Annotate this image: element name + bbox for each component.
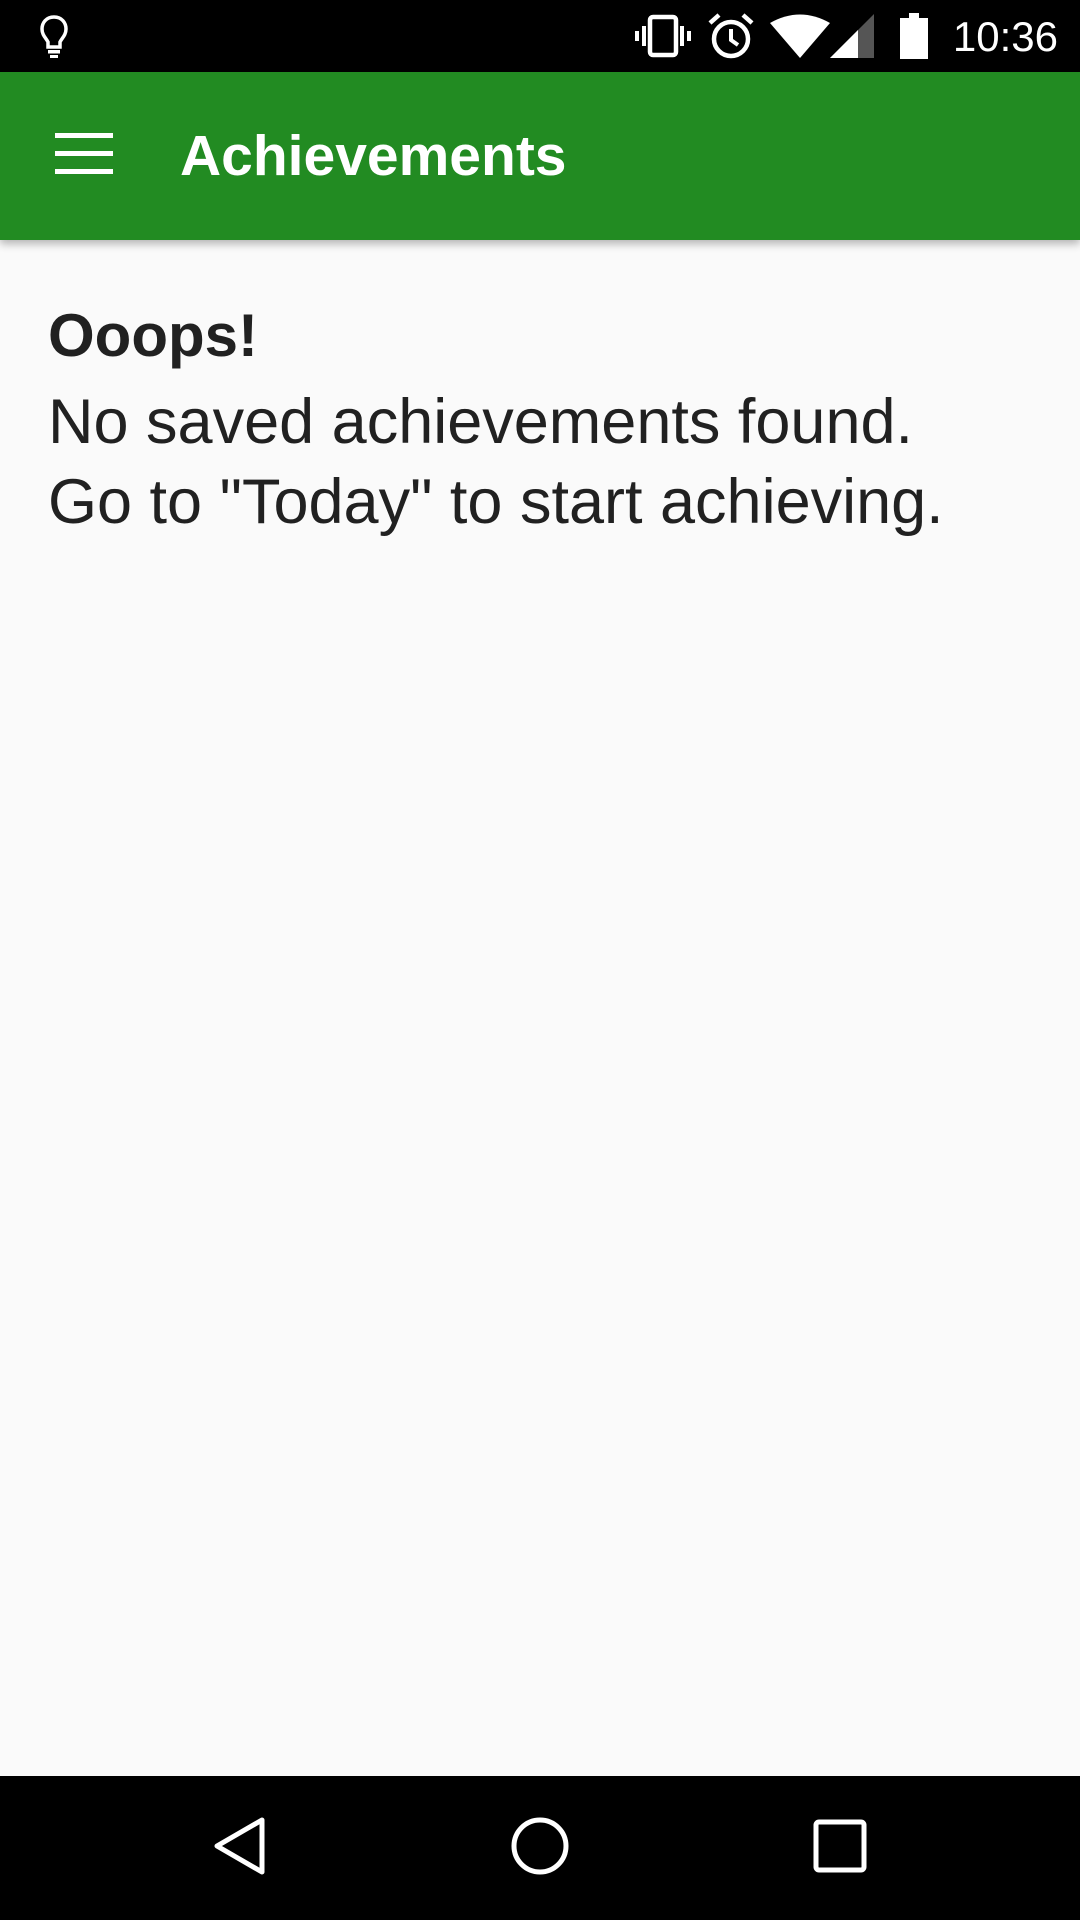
back-button[interactable] bbox=[170, 1798, 310, 1898]
empty-state-message: No saved achievements found. Go to "Toda… bbox=[48, 382, 1038, 542]
page-title: Achievements bbox=[180, 124, 567, 188]
hamburger-menu-icon bbox=[55, 132, 113, 180]
battery-icon bbox=[896, 0, 932, 72]
navigation-bar bbox=[0, 1776, 1080, 1920]
alarm-icon bbox=[706, 0, 756, 72]
empty-state: Ooops! No saved achievements found. Go t… bbox=[48, 296, 1038, 542]
wifi-icon bbox=[770, 0, 830, 72]
empty-state-message-line-1: No saved achievements found. bbox=[48, 387, 914, 457]
vibrate-icon bbox=[634, 0, 692, 72]
status-time: 10:36 bbox=[952, 13, 1058, 60]
status-bar: 10:36 bbox=[0, 0, 1080, 72]
menu-button[interactable] bbox=[28, 102, 140, 210]
app-toolbar: Achievements bbox=[0, 72, 1080, 240]
home-button[interactable] bbox=[470, 1798, 610, 1898]
signal-icon bbox=[830, 0, 876, 72]
lightbulb-icon bbox=[34, 0, 74, 72]
empty-state-message-line-2: Go to "Today" to start achieving. bbox=[48, 467, 944, 537]
recents-icon bbox=[813, 1819, 867, 1878]
back-icon bbox=[212, 1816, 268, 1881]
home-icon bbox=[510, 1816, 570, 1881]
empty-state-title: Ooops! bbox=[48, 302, 258, 369]
recents-button[interactable] bbox=[770, 1798, 910, 1898]
